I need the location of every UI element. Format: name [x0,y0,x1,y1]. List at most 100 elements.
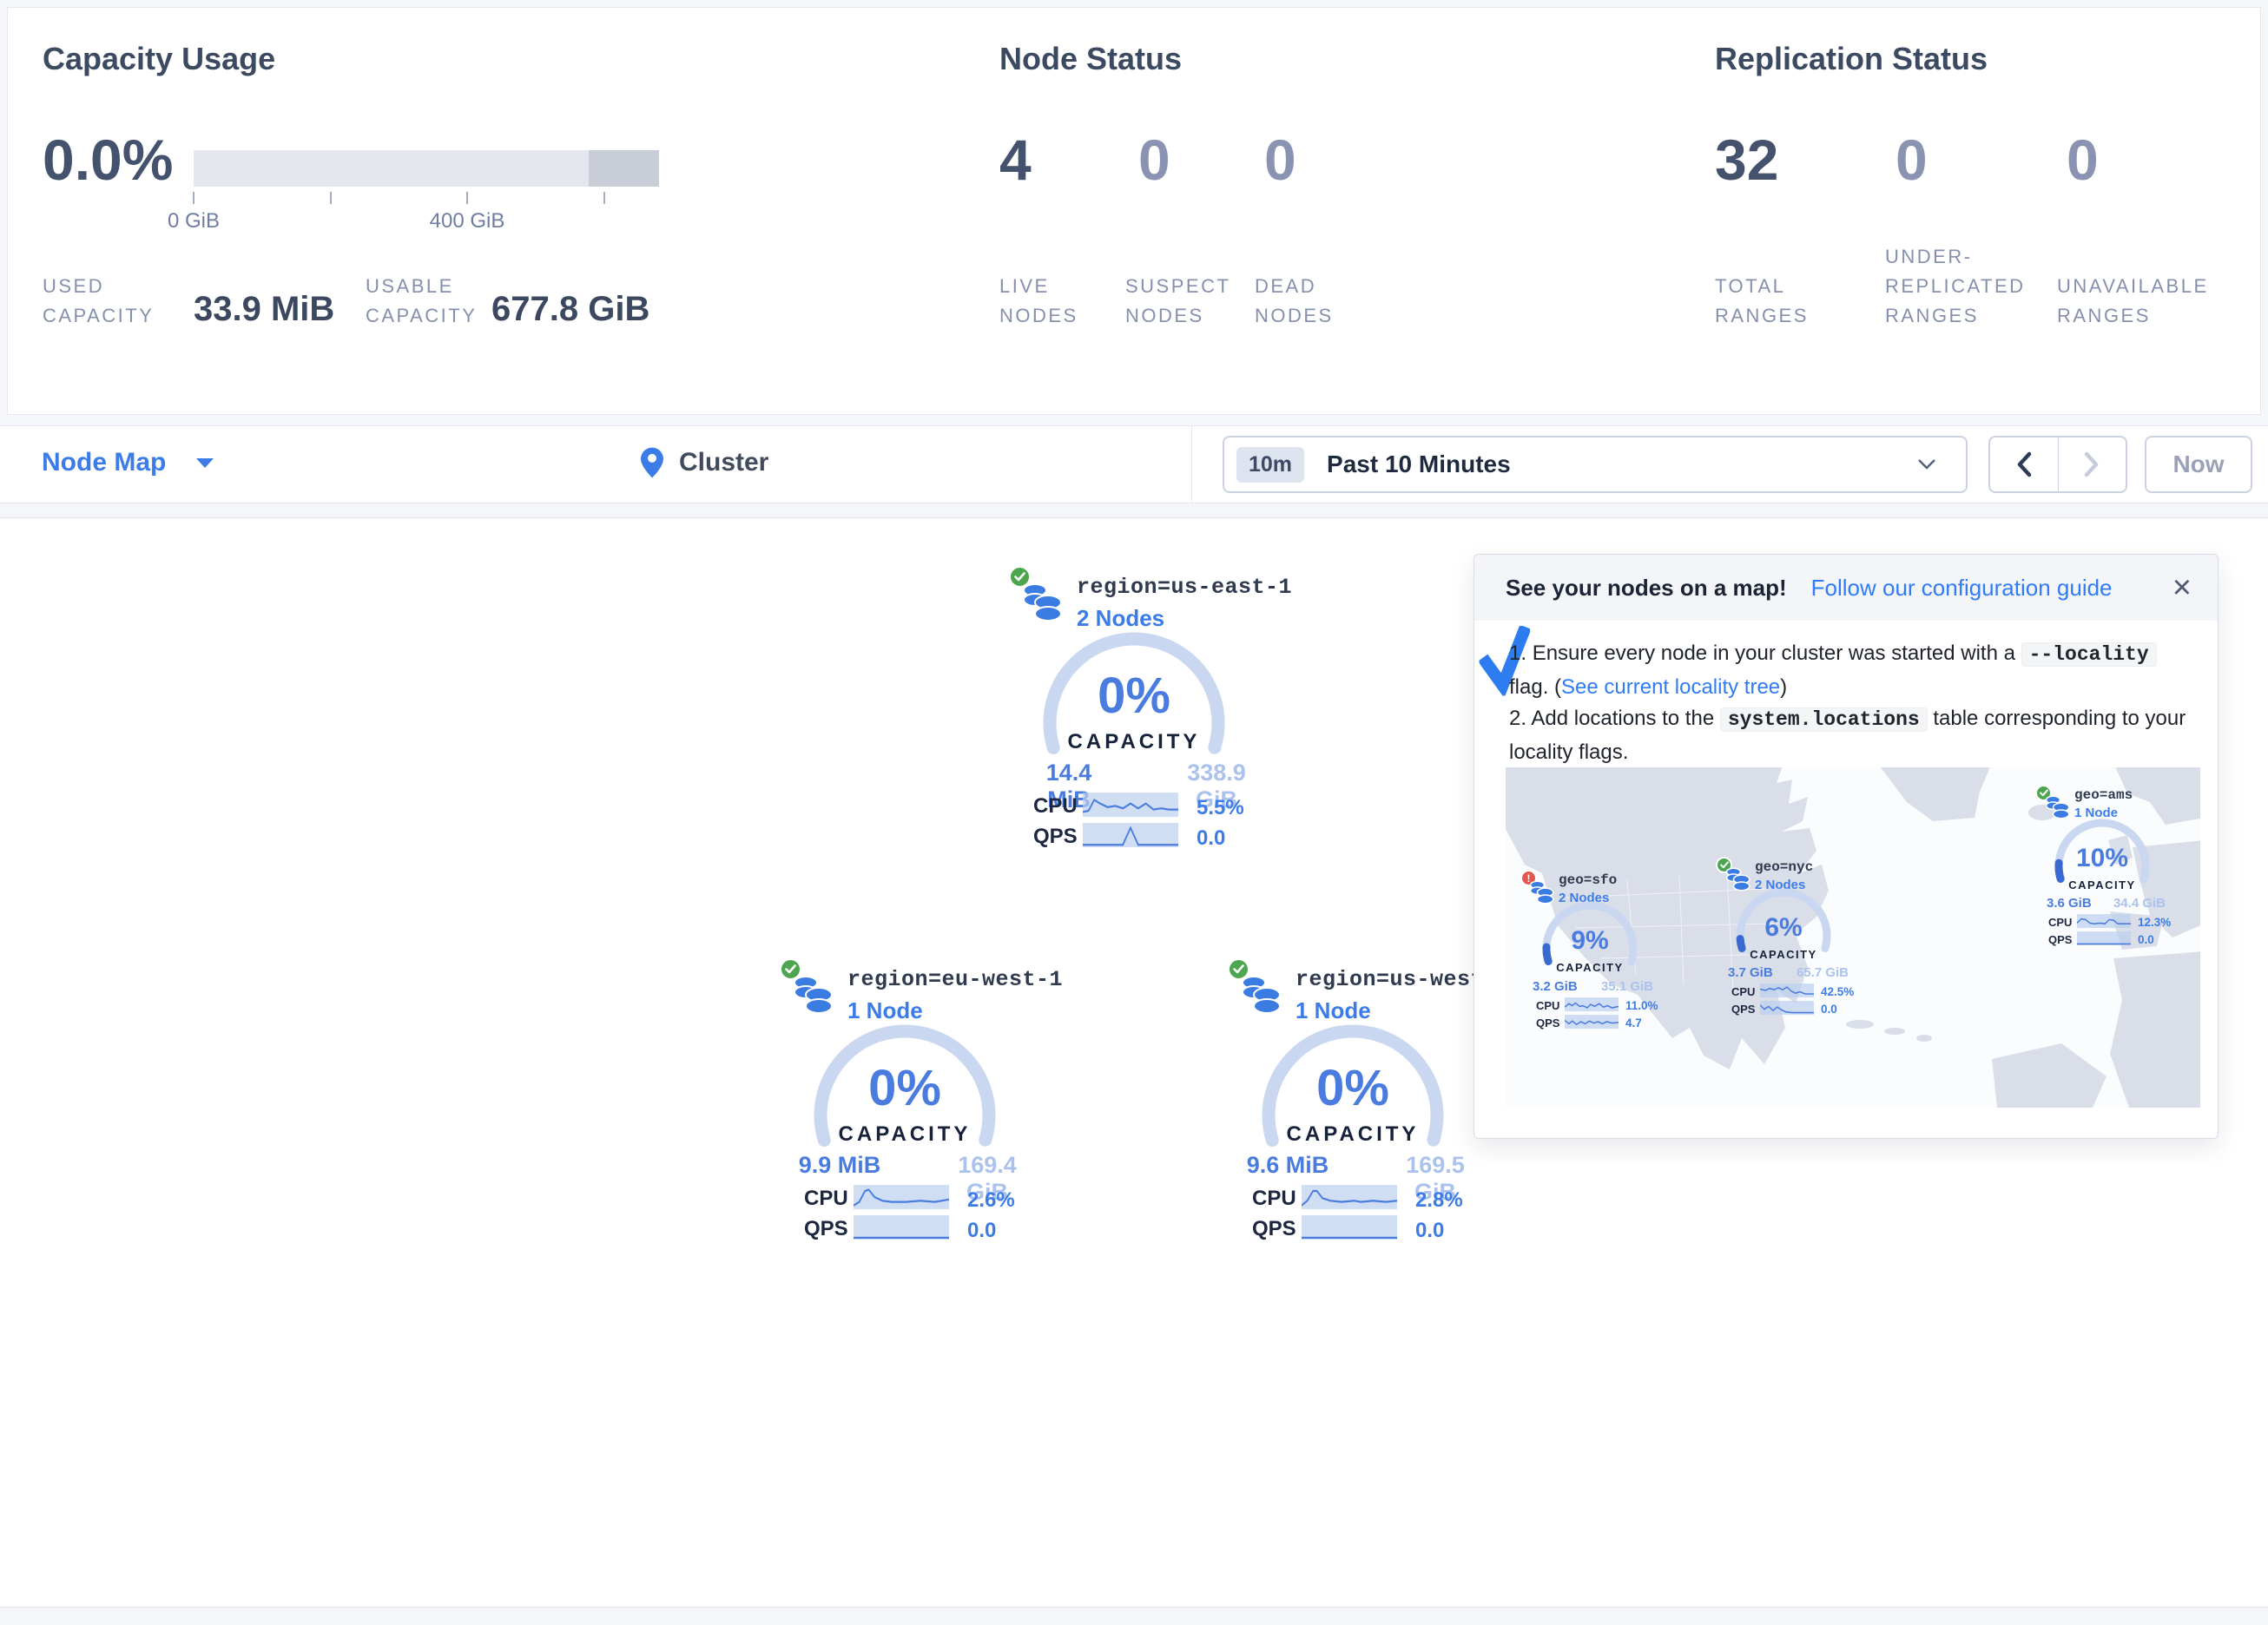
step-text: Ensure every node in your cluster was st… [1533,641,2021,665]
system-locations-code: system.locations [1720,707,1928,732]
gauge-capacity-label: CAPACITY [1249,1122,1457,1147]
region-locality-label: geo=sfo [1559,872,1617,888]
node-status-title: Node Status [999,41,1182,77]
region-used-capacity: 9.6 MiB [1244,1152,1331,1179]
qps-value: 4.7 [1625,1016,1642,1030]
under-replicated-count: 0 [1895,129,1928,190]
cpu-value: 2.8% [1415,1188,1463,1213]
setup-step-2: 2. Add locations to the system.locations… [1509,702,2188,768]
time-range-label: Past 10 Minutes [1327,451,1511,478]
cpu-label: CPU [1033,794,1078,819]
cpu-value: 2.6% [967,1188,1015,1213]
cpu-label: CPU [804,1187,848,1211]
qps-sparkline [1083,823,1178,847]
suspect-nodes-count: 0 [1138,129,1170,190]
qps-sparkline [2077,931,2131,945]
cpu-sparkline [1565,997,1619,1011]
cpu-value: 5.5% [1197,796,1244,820]
region-locality-label: region=us-east-1 [1077,575,1292,600]
total-ranges-count: 32 [1715,129,1778,190]
node-map-setup-popup: See your nodes on a map! Follow our conf… [1474,554,2219,1139]
popup-header: See your nodes on a map! Follow our conf… [1474,555,2218,621]
gauge-capacity-label: CAPACITY [1030,730,1238,754]
cpu-sparkline [1083,793,1178,817]
region-used-capacity: 3.7 GiB [1728,965,1773,980]
qps-label: QPS [804,1217,848,1241]
unavailable-label: UNAVAILABLE RANGES [2057,272,2222,331]
cpu-value: 12.3% [2138,916,2171,929]
qps-label: QPS [1536,1016,1559,1030]
time-range-dropdown[interactable]: 10m Past 10 Minutes [1223,436,1968,493]
total-ranges-label: TOTAL RANGES [1715,272,1828,331]
time-step-back-button[interactable] [1990,438,2059,491]
breadcrumb[interactable]: Cluster [641,447,768,478]
cpu-label: CPU [1252,1187,1296,1211]
qps-label: QPS [1731,1003,1755,1016]
qps-sparkline [1565,1015,1619,1029]
cpu-label: CPU [1731,985,1755,998]
region-locality-label: geo=nyc [1755,859,1813,875]
cpu-label: CPU [2048,916,2072,929]
qps-sparkline [854,1215,949,1240]
view-selector-dropdown[interactable]: Node Map [42,448,214,477]
chevron-down-icon [1917,458,1936,475]
region-used-capacity: 3.6 GiB [2047,896,2092,911]
view-selector-label: Node Map [42,448,166,477]
usable-capacity-value: 677.8 GiB [491,290,649,329]
cpu-value: 42.5% [1821,985,1854,998]
step-number: 1. [1509,641,1526,665]
step-number: 2. [1509,707,1526,730]
used-capacity-label: USED CAPACITY [43,272,173,331]
axis-tick [466,192,468,204]
view-toolbar: Node Map Cluster 10m Past 10 Minutes [0,425,2268,503]
gauge-percent: 9% [1538,926,1642,956]
gauge-capacity-label: CAPACITY [1538,961,1642,974]
capacity-usage-percent: 0.0% [43,129,173,190]
capacity-axis-label-0: 0 GiB [142,209,246,234]
dead-nodes-count: 0 [1264,129,1296,190]
chevron-down-icon [195,457,214,469]
step-text: Add locations to the [1531,707,1719,730]
dead-nodes-label: DEAD NODES [1255,272,1350,331]
now-button[interactable]: Now [2145,436,2252,493]
step-text: flag. ( [1509,675,1561,699]
setup-step-1: 1. Ensure every node in your cluster was… [1509,637,2188,703]
locality-tree-link[interactable]: See current locality tree [1561,675,1780,699]
cpu-sparkline [1760,984,1814,997]
gauge-percent: 10% [2050,844,2154,873]
cpu-sparkline [1302,1185,1397,1209]
gauge-percent: 6% [1731,913,1836,943]
qps-sparkline [1302,1215,1397,1240]
gauge-capacity-label: CAPACITY [801,1122,1009,1147]
toolbar-divider [1191,426,1192,503]
live-nodes-count: 4 [999,129,1032,190]
qps-value: 0.0 [1415,1219,1444,1243]
gauge-capacity-label: CAPACITY [2050,878,2154,891]
qps-value: 0.0 [1821,1003,1837,1016]
capacity-bar-reserved-segment [589,150,659,187]
qps-value: 0.0 [967,1219,996,1243]
time-step-buttons [1988,436,2127,493]
qps-value: 0.0 [1197,826,1225,851]
cpu-sparkline [2077,914,2131,928]
usable-capacity-label: USABLE CAPACITY [366,272,496,331]
region-total-capacity: 35.1 GiB [1596,979,1653,994]
popup-title: See your nodes on a map! [1506,575,1787,602]
cpu-value: 11.0% [1625,999,1658,1012]
region-used-capacity: 9.9 MiB [796,1152,883,1179]
cpu-sparkline [854,1185,949,1209]
qps-label: QPS [1252,1217,1296,1241]
close-icon[interactable]: × [2172,570,2192,605]
configuration-guide-link[interactable]: Follow our configuration guide [1811,575,2113,602]
gauge-percent: 0% [1275,1062,1431,1115]
qps-value: 0.0 [2138,933,2154,946]
cpu-label: CPU [1536,999,1559,1012]
region-locality-label: geo=ams [2074,787,2133,803]
capacity-usage-title: Capacity Usage [43,41,275,77]
unavailable-count: 0 [2067,129,2099,190]
time-step-forward-button[interactable] [2059,438,2126,491]
chevron-left-icon [2016,451,2032,477]
now-button-label: Now [2172,451,2224,478]
time-range-badge: 10m [1236,447,1304,483]
region-total-capacity: 65.7 GiB [1791,965,1849,980]
